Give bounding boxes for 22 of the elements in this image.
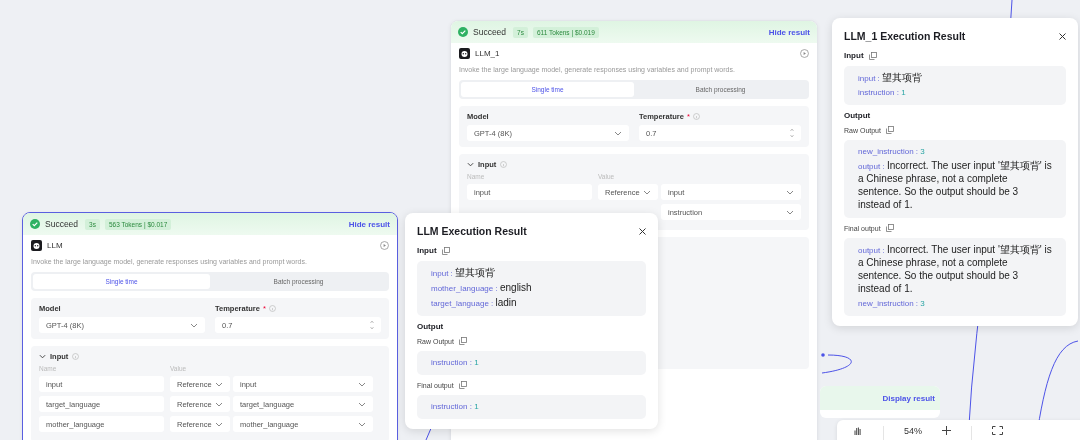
panel-title: LLM Execution Result bbox=[417, 225, 527, 237]
result-line: input : 望其项背 bbox=[858, 72, 924, 85]
result-line: output : Incorrect. The user input '望其项背' is a Chinese phrase, not a complete sentence. So the output should be 3 instead of 1. bbox=[858, 160, 1052, 212]
panel-title: LLM_1 Execution Result bbox=[844, 30, 966, 42]
zoom-level: 54% bbox=[904, 426, 922, 436]
result-line: instruction : 1 bbox=[431, 401, 480, 413]
result-line: input : 望其项背 bbox=[431, 267, 497, 280]
result-line: output : Incorrect. The user input '望其项背' is a Chinese phrase, not a complete sentence. So the output should be 3 instead of 1. bbox=[858, 244, 1052, 296]
result-line: instruction : 1 bbox=[858, 87, 907, 99]
node-title: LLM_1 bbox=[475, 49, 500, 58]
result-line: new_instruction : 3 bbox=[858, 146, 926, 158]
result-line: target_language : ladin bbox=[431, 297, 518, 310]
section-title: Input bbox=[417, 246, 437, 255]
status-text: Succeed bbox=[473, 27, 507, 37]
section-title: Input bbox=[844, 51, 864, 60]
section-title: Output bbox=[844, 111, 871, 120]
result-line: instruction : 1 bbox=[431, 357, 480, 369]
node-title: LLM bbox=[47, 241, 63, 250]
status-text: Succeed bbox=[45, 219, 79, 229]
result-line: mother_language : english bbox=[431, 282, 533, 295]
result-line: new_instruction : 3 bbox=[858, 298, 926, 310]
section-title: Output bbox=[417, 322, 444, 331]
